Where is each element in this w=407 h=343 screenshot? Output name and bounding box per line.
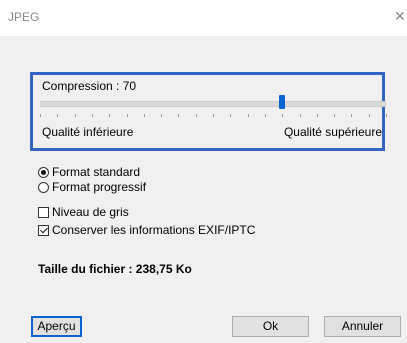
format-standard-label: Format standard <box>52 165 141 179</box>
slider-ticks <box>40 114 387 118</box>
slider-tick <box>247 114 249 117</box>
slider-tick <box>74 114 76 117</box>
format-progressive-radio[interactable] <box>38 181 49 193</box>
slider-tick <box>386 114 387 117</box>
window-title: JPEG <box>8 10 40 24</box>
ok-button[interactable]: Ok <box>232 316 309 337</box>
dialog-content: Compression : 70 Qualité inférieure Qual… <box>0 36 407 343</box>
compression-slider-thumb[interactable] <box>279 95 286 109</box>
format-standard-radio[interactable] <box>38 166 49 178</box>
slider-tick <box>368 114 370 117</box>
slider-tick <box>299 114 301 117</box>
slider-tick <box>213 114 214 117</box>
format-standard-option[interactable]: Format standard <box>38 164 140 180</box>
exif-option[interactable]: Conserver les informations EXIF/IPTC <box>38 222 255 238</box>
grayscale-label: Niveau de gris <box>52 205 129 219</box>
slider-tick <box>161 114 163 117</box>
cancel-button[interactable]: Annuler <box>324 316 401 337</box>
exif-checkbox[interactable] <box>38 224 49 236</box>
slider-tick <box>109 114 111 117</box>
title-bar: JPEG ✕ <box>0 0 407 36</box>
slider-tick <box>57 114 59 117</box>
close-icon[interactable]: ✕ <box>394 8 406 25</box>
slider-tick <box>230 114 232 117</box>
slider-tick <box>195 114 197 117</box>
grayscale-option[interactable]: Niveau de gris <box>38 204 129 220</box>
slider-tick <box>143 114 145 117</box>
compression-group: Compression : 70 Qualité inférieure Qual… <box>30 72 387 151</box>
compression-slider-track[interactable] <box>40 101 386 107</box>
slider-tick <box>334 114 336 117</box>
file-size-text: Taille du fichier : 238,75 Ko <box>38 262 192 276</box>
grayscale-checkbox[interactable] <box>38 206 49 218</box>
slider-tick <box>178 114 180 117</box>
quality-high-label: Qualité supérieure <box>283 125 382 139</box>
format-progressive-option[interactable]: Format progressif <box>38 179 146 195</box>
slider-tick <box>264 114 266 117</box>
slider-tick <box>40 114 41 117</box>
slider-tick <box>126 114 128 117</box>
format-progressive-label: Format progressif <box>52 180 147 194</box>
quality-low-label: Qualité inférieure <box>42 125 134 139</box>
slider-tick <box>91 114 93 117</box>
slider-tick <box>316 114 318 117</box>
compression-label: Compression : 70 <box>42 79 137 93</box>
slider-tick <box>282 114 284 117</box>
slider-tick <box>351 114 353 117</box>
exif-label: Conserver les informations EXIF/IPTC <box>52 223 256 237</box>
preview-button[interactable]: Aperçu <box>31 316 82 337</box>
